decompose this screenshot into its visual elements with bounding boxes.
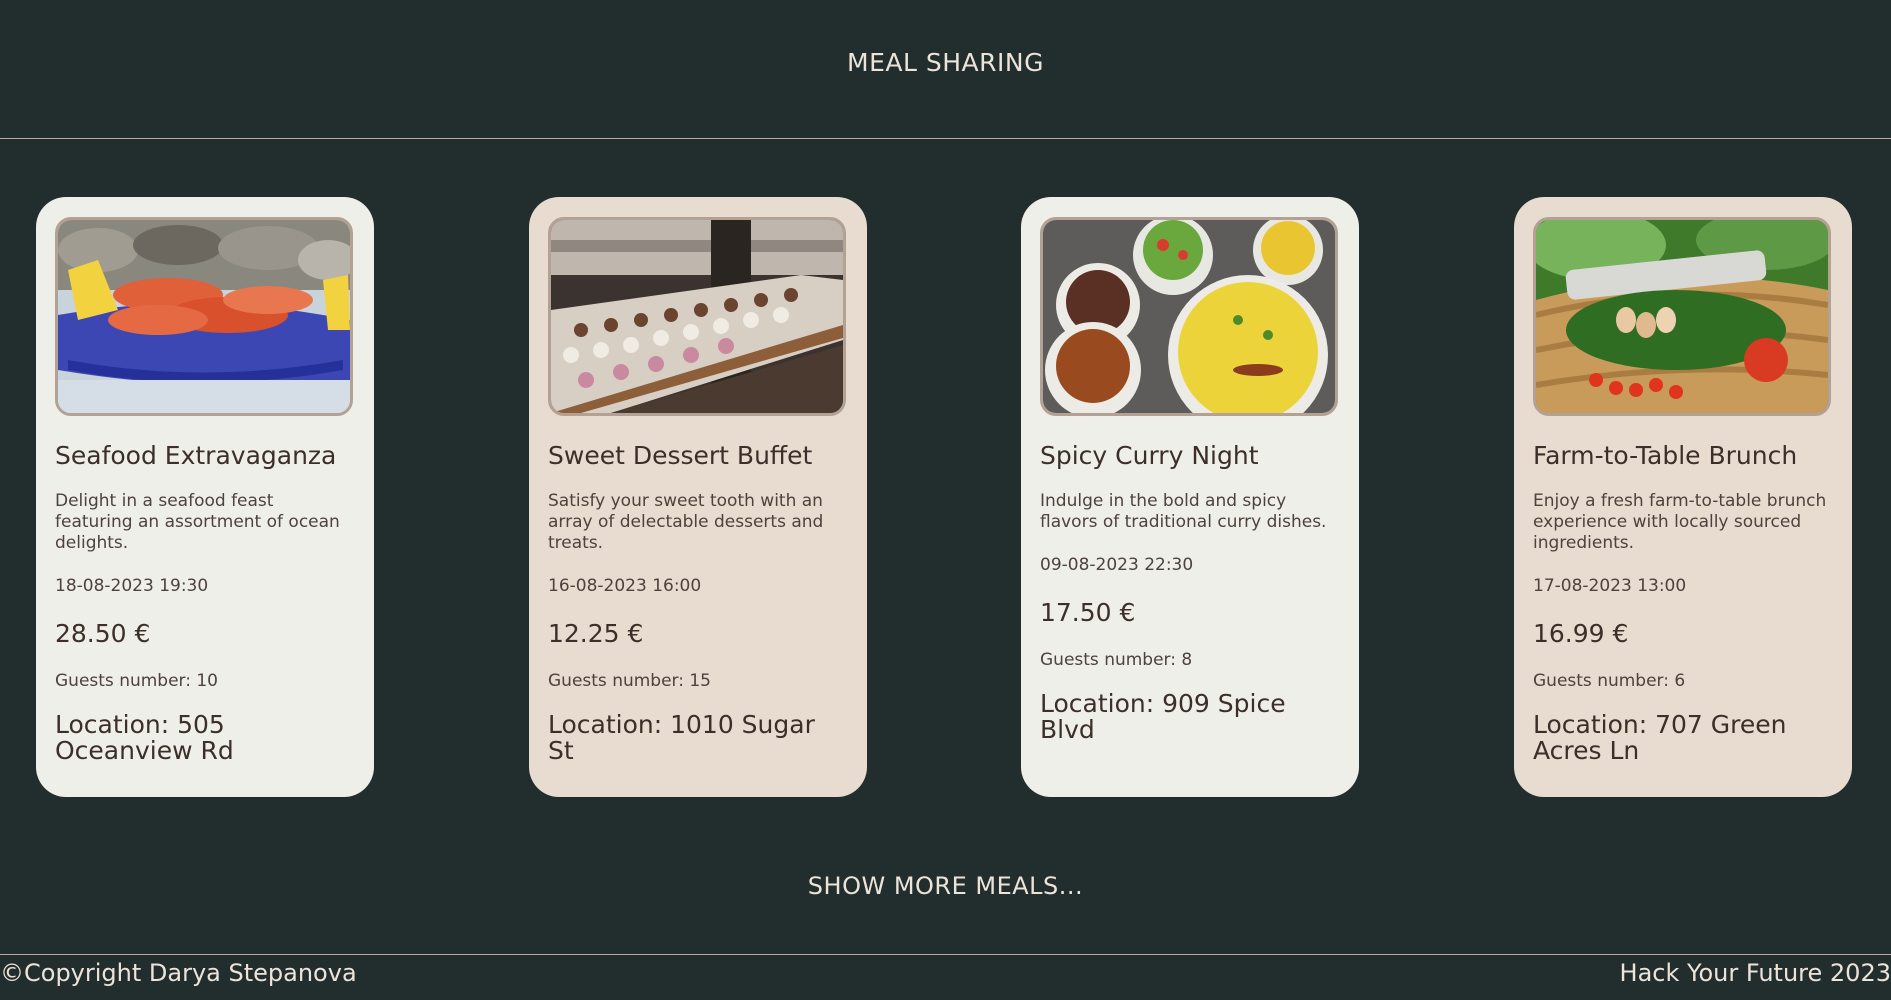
meal-title: Sweet Dessert Buffet: [548, 441, 813, 470]
meal-description: Satisfy your sweet tooth with an array o…: [548, 491, 824, 553]
meal-date: 17-08-2023 13:00: [1533, 576, 1687, 596]
meal-card[interactable]: Sweet Dessert Buffet Satisfy your sweet …: [529, 197, 867, 797]
copyright-text: ©Copyright Darya Stepanova: [0, 959, 357, 987]
meal-date: 09-08-2023 22:30: [1040, 555, 1194, 575]
meal-guests: Guests number: 15: [548, 671, 712, 691]
meal-date: 18-08-2023 19:30: [55, 576, 209, 596]
site-title[interactable]: MEAL SHARING: [0, 48, 1891, 77]
meal-price: 28.50 €: [55, 619, 151, 648]
meal-location: Location: 707 Green Acres Ln: [1533, 710, 1787, 765]
meal-location: Location: 1010 Sugar St: [548, 710, 815, 765]
dessert-buffet-photo[interactable]: [548, 217, 846, 416]
meal-guests: Guests number: 8: [1040, 650, 1193, 670]
show-more-container: SHOW MORE MEALS...: [0, 872, 1891, 900]
farm-basket-photo[interactable]: [1533, 217, 1831, 416]
meal-price: 16.99 €: [1533, 619, 1629, 648]
meal-guests: Guests number: 6: [1533, 671, 1686, 691]
meal-description: Indulge in the bold and spicy flavors of…: [1040, 491, 1327, 532]
meal-card[interactable]: Spicy Curry Night Indulge in the bold an…: [1021, 197, 1359, 797]
meal-price: 17.50 €: [1040, 598, 1136, 627]
meal-price: 12.25 €: [548, 619, 644, 648]
meal-guests: Guests number: 10: [55, 671, 219, 691]
curry-photo[interactable]: [1040, 217, 1338, 416]
meal-card[interactable]: Farm-to-Table Brunch Enjoy a fresh farm-…: [1514, 197, 1852, 797]
site-footer: ©Copyright Darya Stepanova Hack Your Fut…: [0, 954, 1891, 1000]
seafood-photo[interactable]: [55, 217, 353, 416]
meal-location: Location: 909 Spice Blvd: [1040, 689, 1286, 744]
show-more-meals-link[interactable]: SHOW MORE MEALS...: [808, 872, 1083, 900]
site-header: MEAL SHARING: [0, 0, 1891, 139]
meal-description: Delight in a seafood feast featuring an …: [55, 491, 340, 553]
meal-card[interactable]: Seafood Extravaganza Delight in a seafoo…: [36, 197, 374, 797]
meal-date: 16-08-2023 16:00: [548, 576, 702, 596]
meal-title: Spicy Curry Night: [1040, 441, 1259, 470]
hack-your-future-text: Hack Your Future 2023: [1619, 959, 1891, 987]
meal-location: Location: 505 Oceanview Rd: [55, 710, 234, 765]
meal-title: Seafood Extravaganza: [55, 441, 337, 470]
meal-description: Enjoy a fresh farm-to-table brunch exper…: [1533, 491, 1827, 553]
meal-title: Farm-to-Table Brunch: [1533, 441, 1798, 470]
